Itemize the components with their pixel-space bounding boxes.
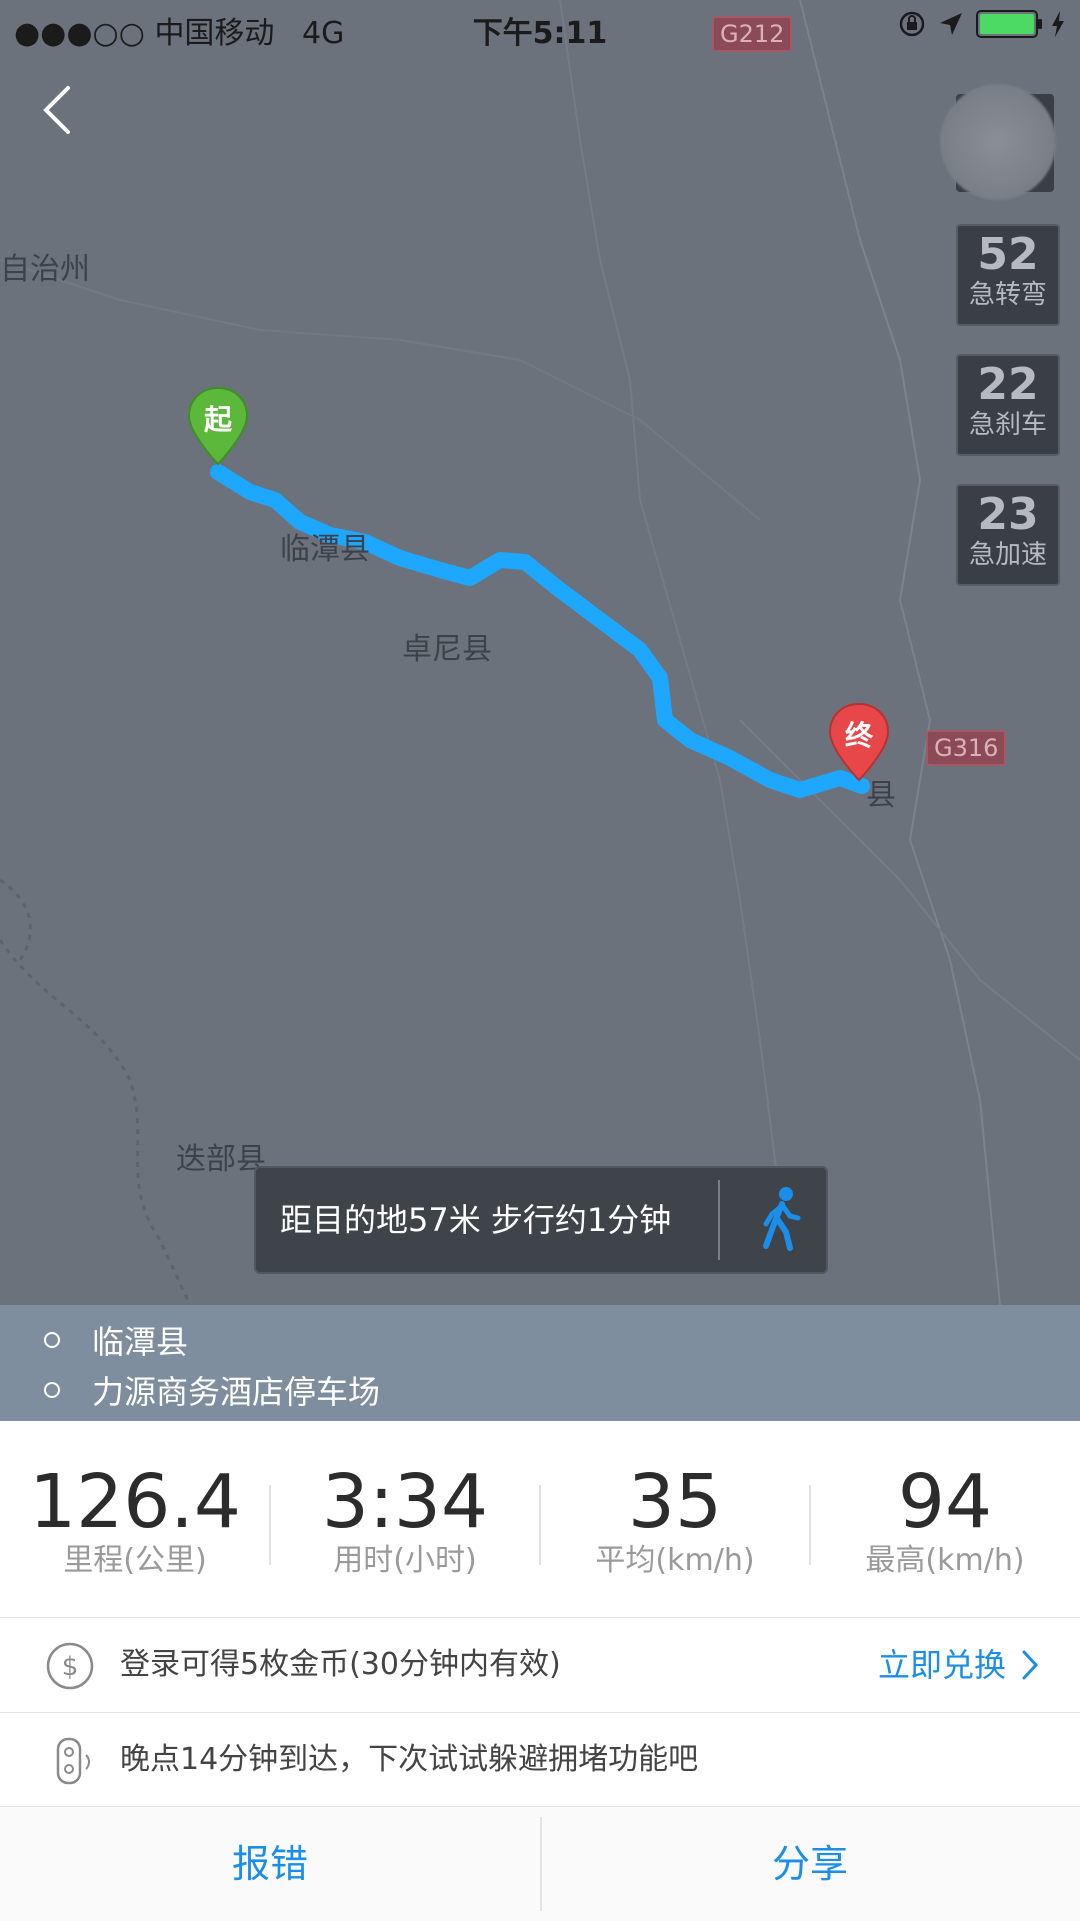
metric-avg-speed-label: 平均(km/h) (595, 1543, 755, 1578)
map-terrain (0, 0, 1080, 1305)
battery-icon (976, 10, 1042, 38)
map-label-region: 自治州 (0, 252, 90, 287)
avatar[interactable] (940, 84, 1056, 200)
start-marker-label: 起 (203, 403, 232, 436)
route-start: 临潭县 (44, 1317, 188, 1363)
metric-duration: 3:34 用时(小时) (270, 1461, 540, 1579)
rotation-lock-icon (899, 11, 925, 37)
walk-prompt-text: 距目的地57米 步行约1分钟 (280, 1201, 672, 1239)
end-marker[interactable]: 终 (828, 702, 890, 782)
stat-sharp-turn-value: 52 (977, 229, 1039, 280)
charging-bolt-icon (1052, 11, 1064, 37)
location-arrow-icon (940, 13, 962, 35)
route-line (210, 464, 870, 798)
metric-distance-label: 里程(公里) (63, 1543, 207, 1578)
status-right (898, 10, 1066, 38)
trip-metrics: 126.4 里程(公里) 3:34 用时(小时) 35 平均(km/h) 94 … (0, 1421, 1080, 1618)
coins-text: 登录可得5枚金币(30分钟内有效) (120, 1647, 561, 1682)
end-marker-label: 终 (844, 719, 873, 752)
redeem-link[interactable]: 立即兑换 (878, 1618, 1040, 1712)
stat-hard-accel: 23 急加速 (956, 484, 1060, 586)
stat-sharp-turn: 52 急转弯 (956, 224, 1060, 326)
battery-fill (980, 14, 1034, 34)
map-label-diebu: 迭部县 (176, 1142, 266, 1177)
map-label-zhuoni: 卓尼县 (402, 632, 492, 667)
start-marker[interactable]: 起 (187, 386, 249, 466)
stat-hard-accel-label: 急加速 (968, 540, 1047, 570)
map-label-linxian: 临潭县 (280, 532, 370, 567)
status-bar: ●●●○○ 中国移动 4G 下午5:11 (0, 0, 1080, 56)
dollar-coin-icon: $ (46, 1642, 94, 1690)
metric-avg-speed-value: 35 (627, 1459, 723, 1545)
stat-hard-accel-value: 23 (977, 489, 1039, 540)
traffic-row: 晚点14分钟到达，下次试试躲避拥堵功能吧 (0, 1713, 1080, 1808)
walk-prompt-divider (718, 1180, 720, 1260)
coins-row[interactable]: $ 登录可得5枚金币(30分钟内有效) 立即兑换 (0, 1618, 1080, 1713)
map-view[interactable]: 自治州 临潭县 卓尼县 迭部县 县 G212 G316 起 终 ●●●○○ 中国… (0, 0, 1080, 1305)
traffic-light-icon (56, 1737, 90, 1785)
metric-distance-value: 126.4 (29, 1459, 241, 1545)
svg-text:$: $ (62, 1652, 79, 1682)
chevron-right-icon (1022, 1650, 1039, 1680)
stat-hard-brake: 22 急刹车 (956, 354, 1060, 456)
route-end-label: 力源商务酒店停车场 (92, 1373, 381, 1411)
metric-duration-value: 3:34 (321, 1459, 489, 1545)
back-chevron-icon[interactable] (30, 80, 90, 140)
road-badge-g316: G316 (926, 730, 1007, 766)
walk-prompt[interactable]: 距目的地57米 步行约1分钟 (254, 1166, 828, 1274)
stat-hard-brake-label: 急刹车 (968, 410, 1047, 440)
route-start-dot-icon (44, 1332, 60, 1348)
walking-person-icon[interactable] (746, 1184, 818, 1256)
report-error-button[interactable]: 报错 (0, 1807, 540, 1921)
metric-max-speed-label: 最高(km/h) (865, 1543, 1025, 1578)
action-bar: 报错 分享 (0, 1806, 1080, 1921)
metric-avg-speed: 35 平均(km/h) (540, 1461, 810, 1579)
route-end: 力源商务酒店停车场 (44, 1367, 380, 1413)
stat-hard-brake-value: 22 (977, 359, 1039, 410)
route-start-label: 临潭县 (92, 1323, 189, 1361)
route-summary: 临潭县 力源商务酒店停车场 (0, 1305, 1080, 1421)
metric-distance: 126.4 里程(公里) (0, 1461, 270, 1579)
metric-duration-label: 用时(小时) (333, 1543, 477, 1578)
route-end-dot-icon (44, 1382, 60, 1398)
redeem-link-label: 立即兑换 (877, 1646, 1006, 1684)
stat-sharp-turn-label: 急转弯 (968, 280, 1047, 310)
metric-max-speed: 94 最高(km/h) (810, 1461, 1080, 1579)
metric-max-speed-value: 94 (897, 1459, 993, 1545)
share-button[interactable]: 分享 (540, 1807, 1080, 1921)
traffic-text: 晚点14分钟到达，下次试试躲避拥堵功能吧 (120, 1742, 699, 1777)
trip-panel: 126.4 里程(公里) 3:34 用时(小时) 35 平均(km/h) 94 … (0, 1421, 1080, 1921)
